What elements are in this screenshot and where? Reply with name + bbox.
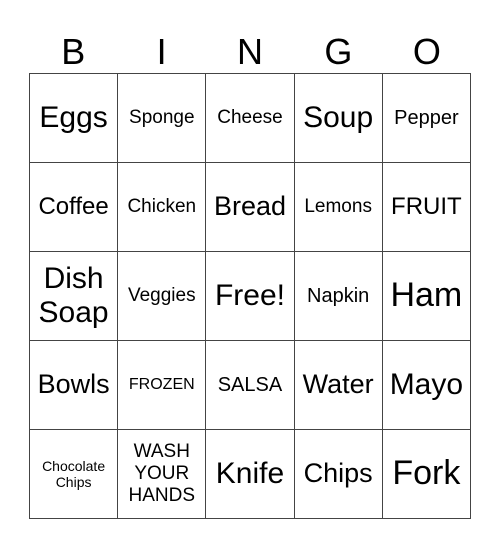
bingo-cell[interactable]: FRUIT	[381, 162, 472, 252]
bingo-cell[interactable]: SALSA	[205, 340, 295, 430]
bingo-cell[interactable]: Bread	[205, 162, 295, 252]
grid-row: Coffee Chicken Bread Lemons FRUIT	[28, 162, 472, 252]
bingo-cell[interactable]: Knife	[205, 429, 295, 519]
bingo-cell[interactable]: FROZEN	[117, 340, 207, 430]
header-letter-i: I	[156, 31, 167, 72]
grid-row: Bowls FROZEN SALSA Water Mayo	[28, 340, 472, 430]
bingo-cell[interactable]: WASH YOUR HANDS	[117, 429, 207, 519]
grid-row: Eggs Sponge Cheese Soup Pepper	[28, 73, 472, 163]
bingo-cell[interactable]: Lemons	[293, 162, 383, 252]
bingo-cell[interactable]: Coffee	[28, 162, 119, 252]
bingo-cell[interactable]: Napkin	[293, 251, 383, 341]
bingo-cell[interactable]: Ham	[381, 251, 472, 341]
bingo-cell[interactable]: Eggs	[28, 73, 119, 163]
bingo-cell[interactable]: Dish Soap	[28, 251, 119, 341]
header-letter-o: O	[412, 31, 441, 72]
free-space-cell[interactable]: Free!	[205, 251, 295, 341]
header-letter-g: G	[324, 31, 353, 72]
bingo-cell[interactable]: Water	[293, 340, 383, 430]
bingo-header: B I N G O	[29, 30, 471, 74]
bingo-cell[interactable]: Mayo	[381, 340, 472, 430]
bingo-cell[interactable]: Cheese	[205, 73, 295, 163]
bingo-cell[interactable]: Bowls	[28, 340, 119, 430]
bingo-grid: Eggs Sponge Cheese Soup Pepper Coffee Ch…	[28, 73, 472, 519]
bingo-cell[interactable]: Sponge	[117, 73, 207, 163]
bingo-cell[interactable]: Fork	[381, 429, 472, 519]
header-letter-b: B	[61, 31, 86, 72]
bingo-cell[interactable]: Soup	[293, 73, 383, 163]
bingo-cell[interactable]: Pepper	[381, 73, 472, 163]
bingo-cell[interactable]: Chips	[293, 429, 383, 519]
bingo-cell[interactable]: Veggies	[117, 251, 207, 341]
bingo-cell[interactable]: Chocolate Chips	[28, 429, 119, 519]
grid-row: Dish Soap Veggies Free! Napkin Ham	[28, 251, 472, 341]
bingo-cell[interactable]: Chicken	[117, 162, 207, 252]
grid-row: Chocolate Chips WASH YOUR HANDS Knife Ch…	[28, 429, 472, 519]
header-letter-n: N	[237, 31, 264, 72]
